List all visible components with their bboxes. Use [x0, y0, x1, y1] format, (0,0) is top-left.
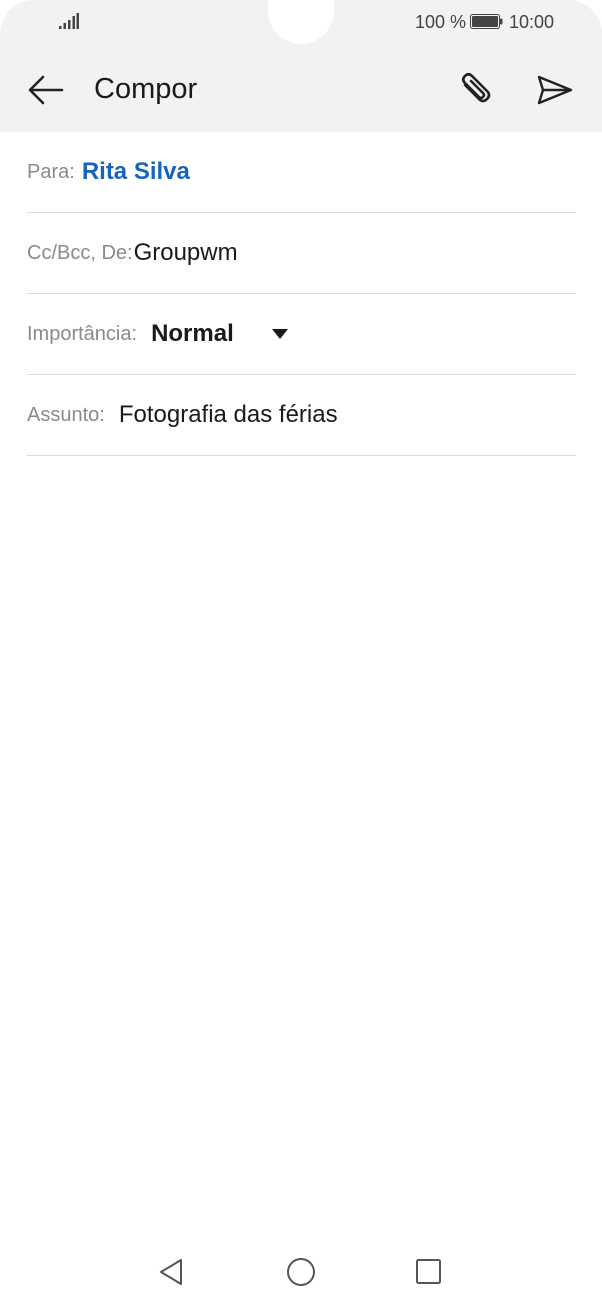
page-title: Compor — [94, 73, 198, 105]
to-field[interactable]: Para: Rita Silva — [27, 132, 576, 213]
message-body[interactable] — [27, 457, 576, 1217]
subject-label: Assunto: — [27, 403, 105, 426]
nav-recents-icon — [416, 1259, 441, 1284]
nav-recents-button[interactable] — [408, 1252, 448, 1292]
status-bar: 100 % 10:00 — [0, 0, 602, 44]
subject-field[interactable]: Assunto: Fotografia das férias — [27, 375, 576, 456]
importance-label: Importância: — [27, 322, 138, 345]
dropdown-caret-icon[interactable] — [271, 329, 288, 339]
send-icon — [537, 75, 573, 105]
send-button[interactable] — [530, 66, 578, 114]
back-arrow-icon — [28, 75, 64, 105]
nav-back-icon — [160, 1259, 182, 1285]
nav-back-button[interactable] — [152, 1252, 192, 1292]
battery-icon — [470, 14, 503, 29]
nav-home-button[interactable] — [281, 1252, 321, 1292]
importance-field[interactable]: Importância: Normal — [27, 294, 576, 375]
attach-button[interactable] — [452, 66, 500, 114]
importance-select[interactable]: Normal — [151, 320, 234, 348]
app-bar: Compor — [0, 58, 602, 122]
battery-percent: 100 % — [415, 12, 467, 32]
paperclip-icon — [461, 72, 491, 103]
signal-icon — [59, 13, 79, 29]
cc-bcc-from-label: Cc/Bcc, De: — [27, 241, 133, 264]
status-time: 10:00 — [509, 12, 555, 32]
top-area: 100 % 10:00 Compor — [0, 0, 602, 132]
to-label: Para: — [27, 160, 75, 183]
subject-input[interactable]: Fotografia das férias — [119, 401, 338, 429]
nav-home-icon — [287, 1258, 315, 1286]
cc-bcc-from-field[interactable]: Cc/Bcc, De: Groupwm — [27, 213, 576, 294]
to-recipient[interactable]: Rita Silva — [82, 158, 190, 186]
system-nav-bar — [0, 1240, 602, 1306]
back-button[interactable] — [22, 66, 70, 114]
from-account-value[interactable]: Groupwm — [134, 239, 238, 267]
